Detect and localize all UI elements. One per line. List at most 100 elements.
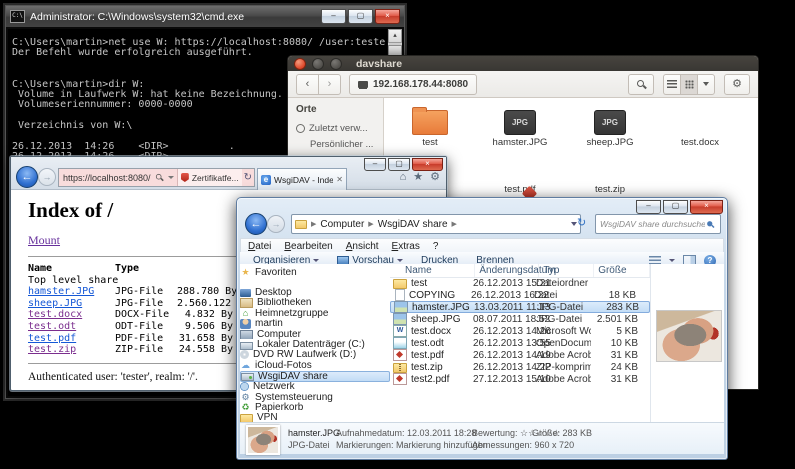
column-header[interactable]: Änderungsdatum xyxy=(475,264,539,277)
mount-link[interactable]: Mount xyxy=(28,233,60,248)
sidebar-item[interactable]: DVD RW Laufwerk (D:) xyxy=(240,350,390,360)
file-row[interactable]: test2.pdf 27.12.2013 15:10 Adobe Acrobat… xyxy=(390,373,650,385)
cmd-close-button[interactable]: × xyxy=(375,9,400,24)
view-options-dropdown[interactable] xyxy=(697,74,715,95)
breadcrumb[interactable]: ▶ Computer ▶ WsgiDAV share ▶ xyxy=(291,214,581,234)
settings-button[interactable]: ⚙ xyxy=(724,74,750,95)
tools-gear-icon[interactable]: ⚙ xyxy=(430,171,440,183)
certificate-error-badge[interactable]: Zertifikatfe... xyxy=(177,169,242,186)
sidebar-place-item[interactable]: Zuletzt verw... xyxy=(288,120,383,136)
file-row[interactable]: test.pdf 26.12.2013 14:19 Adobe Acrobat … xyxy=(390,349,650,361)
file-link[interactable]: test.pdf xyxy=(28,333,76,344)
cmd-maximize-button[interactable]: ▢ xyxy=(348,9,373,24)
menu-item[interactable]: ? xyxy=(433,241,439,252)
nautilus-minimize-button[interactable] xyxy=(312,58,324,70)
ie-close-button[interactable]: × xyxy=(412,158,443,171)
scroll-up-icon[interactable]: ▴ xyxy=(388,29,402,43)
sidebar-place-item[interactable]: Persönlicher ... xyxy=(288,136,383,152)
nautilus-close-button[interactable] xyxy=(294,58,306,70)
file-icon xyxy=(393,313,407,325)
sidebar-item[interactable]: Lokaler Datenträger (C:) xyxy=(240,339,390,349)
file-link[interactable]: test.odt xyxy=(28,321,76,332)
file-link[interactable]: sheep.JPG xyxy=(28,298,82,309)
file-row[interactable]: test.docx 26.12.2013 14:26 Microsoft Wor… xyxy=(390,325,650,337)
file-item[interactable]: test.pdf xyxy=(475,149,565,195)
chevron-down-icon[interactable] xyxy=(168,176,174,179)
search-box[interactable]: WsgiDAV share durchsuchen xyxy=(595,214,721,234)
file-row[interactable]: COPYING 26.12.2013 16:22 Datei 18 KB xyxy=(390,289,650,301)
back-button[interactable]: ‹ xyxy=(296,74,318,95)
sidebar-item-icon: ⌂ xyxy=(240,308,251,318)
file-link[interactable]: test.docx xyxy=(28,309,82,320)
nautilus-titlebar[interactable]: davshare xyxy=(288,56,758,71)
file-item[interactable]: hamster.JPG xyxy=(475,102,565,148)
sidebar-item[interactable]: ⚙ Systemsteuerung xyxy=(240,392,390,402)
file-row[interactable]: test.zip 26.12.2013 14:22 ZIP-komprimier… xyxy=(390,361,650,373)
refresh-icon[interactable]: ↻ xyxy=(244,172,252,183)
sidebar-item[interactable]: ★ Favoriten xyxy=(240,267,390,277)
file-link[interactable]: test.zip xyxy=(28,344,76,355)
file-row[interactable]: test 26.12.2013 15:21 Dateiordner xyxy=(390,277,650,289)
sidebar-item[interactable]: ♻ Papierkorb xyxy=(240,402,390,412)
details-file-type: JPG-Datei xyxy=(288,440,330,450)
sidebar-item-icon: ☁ xyxy=(240,360,251,370)
file-icon xyxy=(393,325,407,337)
forward-button[interactable]: › xyxy=(318,74,341,95)
menu-item[interactable]: Datei xyxy=(248,241,271,252)
file-row[interactable]: sheep.JPG 08.07.2011 18:52 JPG-Datei 2.5… xyxy=(390,313,650,325)
home-icon[interactable]: ⌂ xyxy=(400,171,407,183)
sidebar-item[interactable]: ☁ iCloud-Fotos xyxy=(240,360,390,370)
grid-view-button[interactable] xyxy=(680,74,697,95)
menu-item[interactable]: Bearbeiten xyxy=(284,241,332,252)
file-item[interactable]: sheep.JPG xyxy=(565,102,655,148)
sidebar-item[interactable]: VPN xyxy=(240,413,390,422)
menu-item[interactable]: Ansicht xyxy=(346,241,379,252)
column-header[interactable]: Größe xyxy=(594,264,650,277)
breadcrumb-item-computer[interactable]: Computer xyxy=(320,219,364,230)
sidebar-item[interactable]: Netzwerk xyxy=(240,382,390,392)
column-header[interactable]: Typ xyxy=(539,264,594,277)
column-header[interactable]: Name xyxy=(390,264,475,277)
sidebar-item[interactable]: Desktop xyxy=(240,287,390,297)
details-tags[interactable]: Markierungen: Markierung hinzufügen xyxy=(336,440,488,450)
chevron-right-icon: ▶ xyxy=(452,220,457,228)
file-label: sheep.JPG xyxy=(587,137,634,148)
favorites-star-icon[interactable]: ★ xyxy=(413,171,423,183)
ie-minimize-button[interactable]: – xyxy=(364,158,386,171)
search-button[interactable] xyxy=(628,74,654,95)
file-item[interactable]: test xyxy=(385,102,475,148)
tab-close-icon[interactable]: ✕ xyxy=(336,175,343,184)
sidebar-item[interactable]: martin xyxy=(240,319,390,329)
cmd-titlebar[interactable]: C:\ Administrator: C:\Windows\system32\c… xyxy=(6,6,404,27)
list-view-button[interactable] xyxy=(663,74,680,95)
chevron-down-icon[interactable] xyxy=(669,259,675,262)
places-header: Orte xyxy=(296,104,383,115)
browser-tab[interactable]: e WsgiDAV - Index of / ✕ xyxy=(257,168,347,190)
sidebar-item[interactable]: ⌂ Heimnetzgruppe xyxy=(240,308,390,318)
forward-button[interactable]: → xyxy=(38,168,56,186)
file-item[interactable]: test.zip xyxy=(565,149,655,195)
refresh-icon[interactable]: ↻ xyxy=(577,216,586,229)
location-breadcrumb[interactable]: 192.168.178.44:8080 xyxy=(349,74,477,95)
menu-item[interactable]: Extras xyxy=(392,241,420,252)
search-icon xyxy=(155,173,164,182)
place-icon xyxy=(296,139,306,149)
url-text[interactable]: https://localhost:8080/ xyxy=(59,173,154,183)
address-bar[interactable]: https://localhost:8080/ Zertifikatfe... … xyxy=(58,168,255,187)
file-link[interactable]: hamster.JPG xyxy=(28,286,94,297)
sidebar-item[interactable]: Computer xyxy=(240,329,390,339)
back-button[interactable]: ← xyxy=(245,213,267,235)
ie-maximize-button[interactable]: ▢ xyxy=(388,158,410,171)
back-button[interactable]: ← xyxy=(16,166,38,188)
sidebar-item-icon xyxy=(240,319,251,329)
forward-button[interactable]: → xyxy=(267,215,285,233)
sidebar-item[interactable]: WsgiDAV share xyxy=(240,371,390,382)
file-row[interactable]: test.odt 26.12.2013 13:55 OpenDocument T… xyxy=(390,337,650,349)
nautilus-maximize-button[interactable] xyxy=(330,58,342,70)
file-row[interactable]: hamster.JPG 13.03.2011 11:13 JPG-Datei 2… xyxy=(390,301,650,313)
file-item[interactable]: test.docx xyxy=(655,102,745,148)
cmd-minimize-button[interactable]: – xyxy=(321,9,346,24)
nautilus-toolbar: ‹ › 192.168.178.44:8080 ⚙ xyxy=(288,71,758,98)
sidebar-item[interactable]: Bibliotheken xyxy=(240,298,390,308)
breadcrumb-item-share[interactable]: WsgiDAV share xyxy=(378,219,448,230)
